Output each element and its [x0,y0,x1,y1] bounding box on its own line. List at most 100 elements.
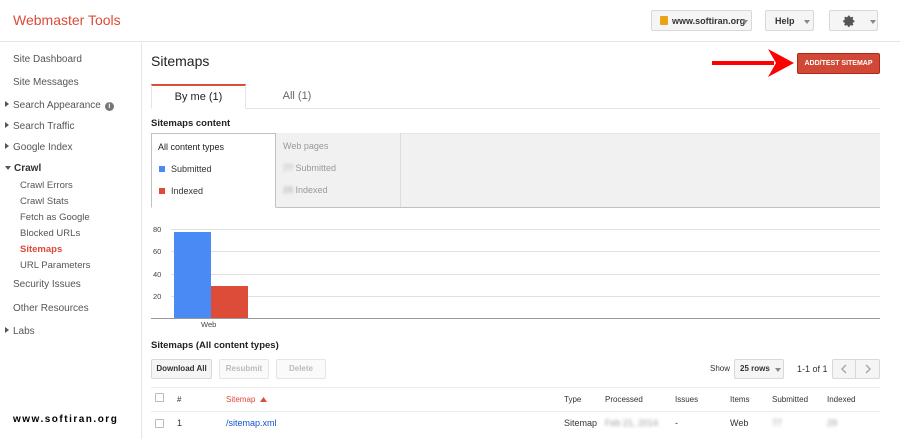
rows-per-page-select[interactable]: 25 rows [734,359,784,379]
chevron-right-icon [5,101,9,107]
chevron-right-icon [5,122,9,128]
chart-baseline [151,318,880,319]
indexed-legend-swatch [159,188,165,194]
app-logo[interactable]: Webmaster Tools [13,12,121,28]
web-pages-submitted-label: Submitted [295,163,337,173]
chevron-right-icon [864,364,871,374]
pagination-range: 1-1 of 1 [797,364,828,374]
chevron-down-icon [742,20,748,24]
web-pages-submitted: 77 Submitted [283,163,336,173]
sidebar-item-label: Search Appearance [13,100,101,111]
settings-button[interactable] [829,10,878,31]
submitted-legend-swatch [159,166,165,172]
resubmit-button[interactable]: Resubmit [219,359,269,379]
chevron-right-icon [5,327,9,333]
sidebar: Site Dashboard Site Messages Search Appe… [0,43,142,439]
help-button-label: Help [775,16,795,26]
sidebar-item-blocked-urls[interactable]: Blocked URLs [20,228,80,239]
sidebar-item-label: Other Resources [13,303,89,314]
col-issues[interactable]: Issues [675,395,698,404]
web-pages-submitted-value: 77 [283,163,294,173]
chevron-right-icon [5,143,9,149]
next-page-button[interactable] [855,359,880,379]
add-test-sitemap-button[interactable]: ADD/TEST SITEMAP [797,53,880,74]
sidebar-item-label: Site Messages [13,77,79,88]
chart-bar-submitted[interactable] [174,232,211,318]
site-selector-label: www.softiran.org [672,16,746,26]
col-sitemap[interactable]: Sitemap [226,395,267,404]
chart-y-tick-label: 40 [153,269,162,279]
sidebar-item-other-resources[interactable]: Other Resources [13,303,89,314]
chart-y-tick-label: 60 [153,247,162,257]
row-items: Web [730,418,749,428]
submitted-legend-label: Submitted [171,164,212,174]
sidebar-item-sitemaps[interactable]: Sitemaps [20,244,62,255]
watermark: www.softiran.org [13,414,119,425]
chevron-down-icon [5,166,11,170]
top-bar: Webmaster Tools www.softiran.org Help [0,0,900,42]
sidebar-item-search-traffic[interactable]: Search Traffic [5,121,75,132]
sidebar-item-crawl[interactable]: Crawl [5,163,42,174]
col-processed[interactable]: Processed [605,395,643,404]
chart-x-tick-label: Web [201,320,217,329]
rows-per-page-label: 25 rows [740,364,770,373]
site-favicon-icon [660,16,668,25]
sidebar-item-label: Search Traffic [13,121,75,132]
info-icon[interactable]: i [104,102,114,111]
sidebar-item-fetch-as-google[interactable]: Fetch as Google [20,212,90,223]
row-processed: Feb 21, 2014 [605,418,659,428]
sitemap-chart: 20 40 60 80 Web [151,218,880,329]
row-sitemap-link[interactable]: /sitemap.xml [226,418,277,428]
chart-bar-indexed[interactable] [211,285,248,318]
chart-gridline [171,251,880,253]
tab-by-me[interactable]: By me (1) [151,84,246,109]
chart-gridline [171,229,880,231]
tab-all[interactable]: All (1) [247,84,347,109]
select-all-checkbox[interactable] [155,393,164,402]
web-pages-indexed: 29 Indexed [283,185,328,195]
sidebar-item-label: Google Index [13,142,73,153]
col-submitted[interactable]: Submitted [772,395,808,404]
download-all-button[interactable]: Download All [151,359,212,379]
page-title: Sitemaps [151,53,210,69]
web-pages-indexed-value: 29 [283,185,294,195]
chart-gridline [171,295,880,297]
red-arrow-annotation-icon [712,49,794,77]
sidebar-item-security-issues[interactable]: Security Issues [13,279,81,290]
chart-y-tick-label: 20 [153,291,162,301]
indexed-legend-label: Indexed [171,186,204,196]
site-selector[interactable]: www.softiran.org [651,10,752,31]
delete-button[interactable]: Delete [276,359,326,379]
web-pages-indexed-label: Indexed [295,185,328,195]
table-header-border [151,411,880,412]
chevron-down-icon [870,20,876,24]
sidebar-item-crawl-errors[interactable]: Crawl Errors [20,180,73,191]
sidebar-item-google-index[interactable]: Google Index [5,142,73,153]
sidebar-item-labs[interactable]: Labs [5,326,35,337]
sitemaps-content-title: Sitemaps content [151,118,231,129]
row-type: Sitemap [564,418,598,428]
help-button[interactable]: Help [765,10,814,31]
sidebar-item-crawl-stats[interactable]: Crawl Stats [20,196,69,207]
web-pages-label: Web pages [283,141,329,151]
col-indexed[interactable]: Indexed [827,395,855,404]
content-type-all[interactable]: All content types Submitted Indexed [151,133,276,208]
sidebar-item-site-messages[interactable]: Site Messages [13,77,79,88]
sidebar-item-label: Site Dashboard [13,54,82,65]
sidebar-item-label: Security Issues [13,279,81,290]
sidebar-item-label: Crawl [14,163,42,174]
content-type-all-label: All content types [158,142,225,152]
sitemaps-table-title: Sitemaps (All content types) [151,340,279,351]
chevron-down-icon [775,368,781,372]
row-checkbox[interactable] [155,419,164,428]
content-type-web-pages[interactable]: Web pages 77 Submitted 29 Indexed [277,133,401,207]
sidebar-item-url-parameters[interactable]: URL Parameters [20,260,90,271]
prev-page-button[interactable] [832,359,856,379]
sidebar-item-site-dashboard[interactable]: Site Dashboard [13,54,82,65]
sidebar-item-label: Labs [13,326,35,337]
row-indexed: 29 [827,418,838,428]
col-type[interactable]: Type [564,395,581,404]
col-items[interactable]: Items [730,395,750,404]
chevron-down-icon [804,20,810,24]
sidebar-item-search-appearance[interactable]: Search Appearance i [5,100,114,111]
